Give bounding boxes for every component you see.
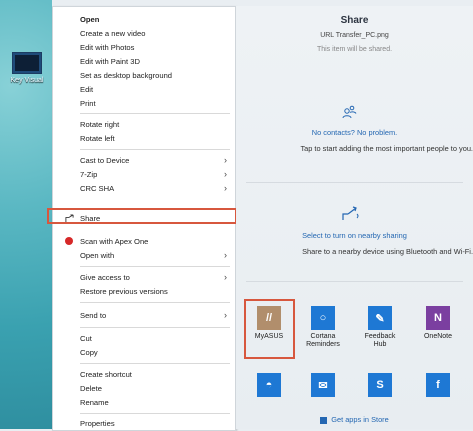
menu-item-rename[interactable]: Rename — [53, 396, 233, 409]
no-contacts-link[interactable]: No contacts? No problem. — [236, 128, 473, 137]
menu-separator — [80, 327, 230, 328]
desktop-item[interactable]: Key Visual — [7, 52, 47, 85]
menu-separator — [80, 266, 230, 267]
desktop-item-label: Key Visual — [10, 77, 44, 84]
facebook-icon: f — [426, 373, 450, 397]
menu-item-label: Copy — [80, 348, 98, 357]
menu-item-label: Open — [80, 15, 100, 24]
menu-item-crc-sha[interactable]: CRC SHA › — [53, 182, 233, 195]
menu-separator — [80, 113, 230, 114]
menu-item-label: Cut — [80, 334, 92, 343]
divider — [246, 182, 463, 183]
nearby-sharing-link[interactable]: Select to turn on nearby sharing — [236, 231, 473, 240]
menu-item-restore-versions[interactable]: Restore previous versions — [53, 285, 233, 298]
store-icon — [320, 416, 328, 424]
menu-item-copy[interactable]: Copy — [53, 346, 233, 359]
menu-item-edit[interactable]: Edit — [53, 83, 233, 96]
menu-item-edit-paint3d[interactable]: Edit with Paint 3D — [53, 55, 233, 68]
menu-item-rotate-right[interactable]: Rotate right — [53, 118, 233, 131]
desktop-background: Key Visual — [0, 0, 52, 429]
menu-item-delete[interactable]: Delete — [53, 382, 233, 395]
menu-item-label: Edit — [80, 85, 94, 94]
menu-item-send-to[interactable]: Send to › — [53, 309, 233, 322]
menu-item-print[interactable]: Print — [53, 97, 233, 110]
get-apps-label: Get apps in Store — [331, 415, 389, 424]
menu-item-label: Properties — [80, 419, 115, 428]
menu-item-label: Edit with Photos — [80, 43, 135, 52]
chevron-right-icon: › — [224, 183, 227, 193]
app-tile-feedback-hub[interactable]: ✎ Feedback Hub — [358, 302, 402, 362]
chevron-right-icon: › — [224, 272, 227, 282]
apex-one-icon — [65, 237, 73, 245]
menu-item-properties[interactable]: Properties — [53, 417, 233, 430]
menu-item-create-video[interactable]: Create a new video — [53, 27, 233, 40]
share-title: Share — [340, 15, 369, 26]
divider — [246, 281, 463, 282]
mail-icon: ✉ — [311, 373, 335, 397]
myasus-highlight-box — [244, 299, 295, 359]
nearby-sharing-icon — [342, 206, 359, 220]
menu-separator — [80, 413, 230, 414]
menu-item-cast-to-device[interactable]: Cast to Device › — [53, 154, 233, 167]
skype-icon: S — [368, 373, 392, 397]
menu-item-label: Rotate right — [80, 120, 120, 129]
share-file-name: URL Transfer_PC.png — [320, 32, 389, 39]
share-highlight-box — [47, 208, 237, 224]
menu-item-create-shortcut[interactable]: Create shortcut — [53, 368, 233, 381]
menu-item-label: 7-Zip — [80, 170, 98, 179]
nearby-description: Share to a nearby device using Bluetooth… — [302, 247, 473, 256]
app-label: Feedback Hub — [364, 333, 396, 349]
menu-item-cut[interactable]: Cut — [53, 332, 233, 345]
menu-item-label: Restore previous versions — [80, 287, 168, 296]
onenote-icon: N — [426, 306, 450, 330]
feedback-hub-icon: ✎ — [368, 306, 392, 330]
image-file-icon — [12, 52, 42, 74]
menu-item-label: Rename — [80, 398, 109, 407]
share-subtitle: This item will be shared. — [316, 46, 393, 53]
cortana-icon: ○ — [311, 306, 335, 330]
menu-separator — [80, 363, 230, 364]
menu-item-edit-photos[interactable]: Edit with Photos — [53, 41, 233, 54]
menu-item-label: CRC SHA — [80, 184, 115, 193]
menu-separator — [80, 302, 230, 303]
menu-item-label: Create a new video — [80, 29, 146, 38]
menu-item-open[interactable]: Open — [53, 13, 233, 26]
menu-item-label: Send to — [80, 311, 107, 320]
app-label: OneNote — [423, 333, 453, 340]
menu-item-7zip[interactable]: 7-Zip › — [53, 168, 233, 181]
app-label: Cortana Reminders — [306, 333, 340, 349]
share-panel: Share URL Transfer_PC.png This item will… — [236, 6, 473, 429]
get-apps-link[interactable]: Get apps in Store — [236, 415, 473, 424]
menu-item-label: Set as desktop background — [80, 71, 173, 80]
chevron-right-icon: › — [224, 155, 227, 165]
menu-item-label: Cast to Device — [80, 156, 130, 165]
menu-item-give-access[interactable]: Give access to › — [53, 271, 233, 284]
app-icon-5: ◓ — [257, 373, 281, 397]
menu-item-label: Delete — [80, 384, 102, 393]
menu-item-label: Edit with Paint 3D — [80, 57, 140, 66]
menu-item-set-background[interactable]: Set as desktop background — [53, 69, 233, 82]
contacts-icon — [342, 105, 357, 119]
app-tile-cortana[interactable]: ○ Cortana Reminders — [301, 302, 345, 362]
app-tile-onenote[interactable]: N OneNote — [416, 302, 460, 362]
menu-item-label: Give access to — [80, 273, 130, 282]
chevron-right-icon: › — [224, 310, 227, 320]
menu-item-label: Create shortcut — [80, 370, 132, 379]
contacts-description: Tap to start adding the most important p… — [300, 144, 473, 153]
menu-item-label: Print — [80, 99, 96, 108]
chevron-right-icon: › — [224, 169, 227, 179]
